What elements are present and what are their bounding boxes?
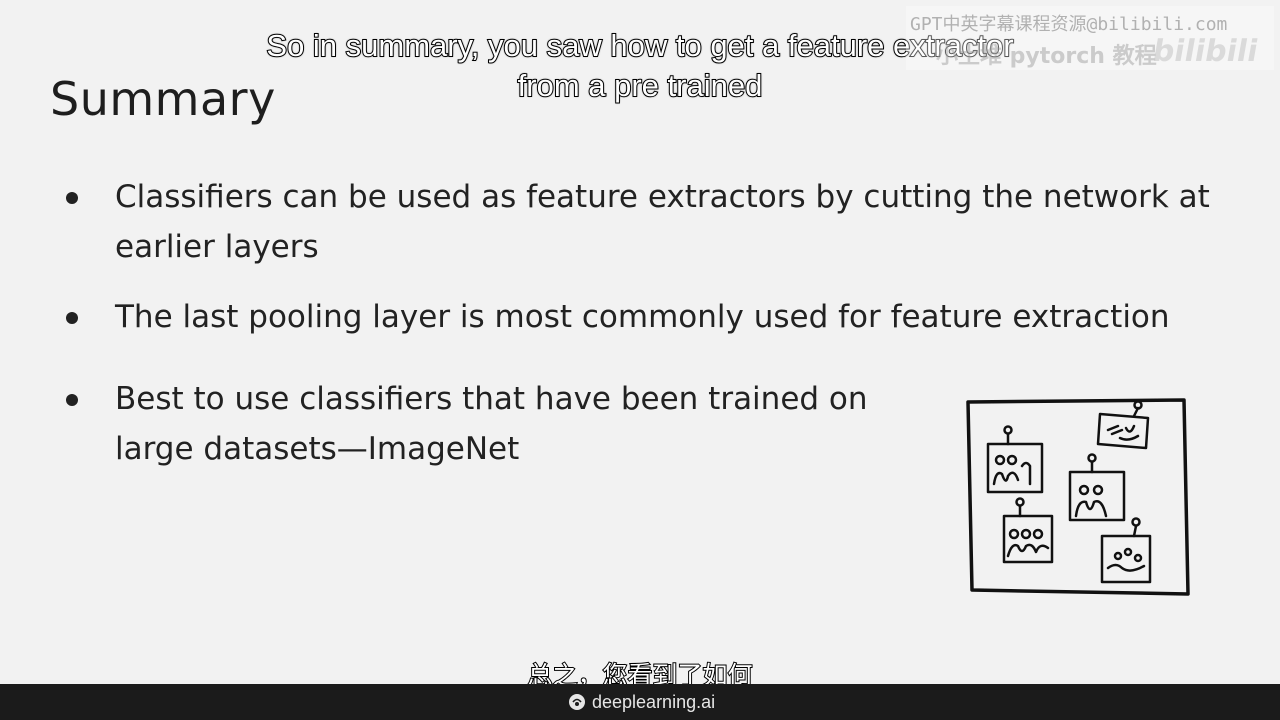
- brand-name: deeplearning.ai: [592, 691, 716, 712]
- watermark: GPT中英字幕课程资源@bilibili.com 小土堆 pytorch 教程 …: [906, 6, 1274, 70]
- watermark-subtext: 小土堆 pytorch 教程: [936, 44, 1157, 69]
- bullet-dot-icon: [66, 312, 78, 324]
- footer-bar: deeplearning.ai: [0, 684, 1280, 720]
- brand: deeplearning.ai: [568, 690, 715, 714]
- bullet-text: Classifiers can be used as feature extra…: [115, 179, 1210, 265]
- bullet-dot-icon: [66, 394, 78, 406]
- bullet-text: The last pooling layer is most commonly …: [115, 299, 1170, 335]
- bullet-text: Best to use classifiers that have been t…: [115, 381, 868, 467]
- bilibili-logo: bilibili: [1150, 34, 1262, 69]
- bullet-dot-icon: [66, 192, 78, 204]
- deeplearning-logo-icon: [569, 694, 585, 710]
- framed-board-of-photos-illustration: [966, 398, 1190, 596]
- watermark-text: GPT中英字幕课程资源@bilibili.com: [910, 14, 1228, 35]
